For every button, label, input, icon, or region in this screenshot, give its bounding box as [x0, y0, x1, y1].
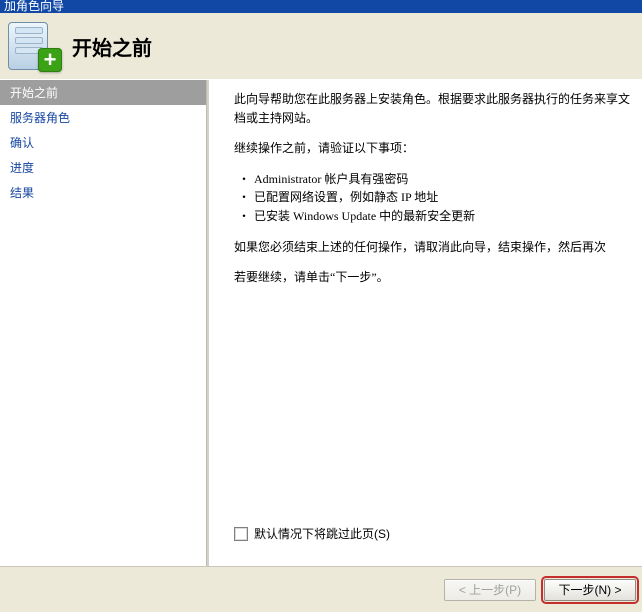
- page-title: 开始之前: [72, 32, 152, 61]
- cancel-note: 如果您必须结束上述的任何操作，请取消此向导，结束操作，然后再次: [234, 238, 638, 257]
- wizard-content: 此向导帮助您在此服务器上安装角色。根据要求此服务器执行的任务来享文档或主持网站。…: [210, 80, 642, 566]
- plus-icon: +: [38, 48, 62, 72]
- server-add-role-icon: +: [8, 22, 56, 70]
- step-progress[interactable]: 进度: [0, 155, 206, 180]
- step-confirmation[interactable]: 确认: [0, 130, 206, 155]
- verify-list: Administrator 帐户具有强密码 已配置网络设置，例如静态 IP 地址…: [238, 170, 638, 226]
- window-titlebar: 加角色向导: [0, 0, 642, 13]
- verify-item: 已安装 Windows Update 中的最新安全更新: [238, 207, 638, 226]
- continue-note: 若要继续，请单击“下一步”。: [234, 268, 638, 287]
- verify-item: 已配置网络设置，例如静态 IP 地址: [238, 188, 638, 207]
- skip-page-row: 默认情况下将跳过此页(S): [234, 519, 638, 560]
- verify-item: Administrator 帐户具有强密码: [238, 170, 638, 189]
- next-button[interactable]: 下一步(N) >: [544, 579, 636, 601]
- step-before-you-begin[interactable]: 开始之前: [0, 80, 206, 105]
- skip-page-label: 默认情况下将跳过此页(S): [254, 525, 390, 542]
- intro-text: 此向导帮助您在此服务器上安装角色。根据要求此服务器执行的任务来享文档或主持网站。: [234, 90, 638, 127]
- wizard-window: 加角色向导 + 开始之前 开始之前 服务器角色 确认 进度 结果 此向导帮助您在…: [0, 0, 642, 612]
- window-title-text: 加角色向导: [4, 0, 64, 13]
- step-server-roles[interactable]: 服务器角色: [0, 105, 206, 130]
- previous-button: < 上一步(P): [444, 579, 536, 601]
- skip-page-checkbox[interactable]: [234, 527, 248, 541]
- step-results[interactable]: 结果: [0, 180, 206, 205]
- wizard-header: + 开始之前: [0, 13, 642, 80]
- wizard-steps-sidebar: 开始之前 服务器角色 确认 进度 结果: [0, 80, 206, 566]
- verify-heading: 继续操作之前，请验证以下事项：: [234, 139, 638, 158]
- content-text: 此向导帮助您在此服务器上安装角色。根据要求此服务器执行的任务来享文档或主持网站。…: [234, 90, 638, 519]
- wizard-body: 开始之前 服务器角色 确认 进度 结果 此向导帮助您在此服务器上安装角色。根据要…: [0, 80, 642, 566]
- wizard-footer: < 上一步(P) 下一步(N) >: [0, 566, 642, 612]
